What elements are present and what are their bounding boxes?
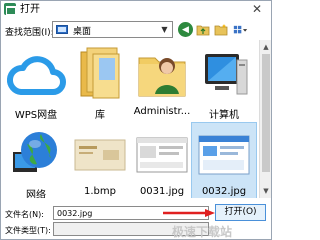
open-button[interactable]: 打开(O) [215,204,266,221]
file-item-selected[interactable]: 0032.jpg [191,122,257,198]
filename-label: 文件名(N): [5,210,44,219]
view-menu-button[interactable] [233,22,248,37]
close-button[interactable]: ✕ [245,2,269,17]
scroll-thumb[interactable] [262,54,270,172]
file-name: 库 [95,110,105,121]
image-thumbnail [198,135,250,175]
back-button[interactable]: ◀ [178,22,193,37]
view-grid-icon [233,25,248,33]
arrow-right-icon [163,209,215,217]
vertical-scrollbar[interactable]: ▲ ▼ [259,40,271,198]
library-folder-icon [80,47,120,99]
window-title: 打开 [20,4,40,15]
file-list[interactable]: WPS网盘 库 Administr... 计算机 网络 1.bmp 0031.j… [3,40,259,198]
file-item[interactable]: 库 [69,44,131,124]
new-folder-button[interactable] [213,22,228,37]
folder-up-icon [196,25,209,36]
file-item[interactable]: 1.bmp [69,124,131,198]
cloud-icon [7,56,66,95]
lookin-value: 桌面 [73,27,92,37]
computer-icon [205,54,248,95]
filetype-label: 文件类型(T): [5,226,51,235]
file-name: WPS网盘 [14,110,58,121]
file-name: 1.bmp [84,186,116,197]
file-item[interactable]: 网络 [5,124,67,198]
chevron-down-icon[interactable]: ▼ [158,23,171,36]
watermark-text: 极速下载站 [172,225,233,239]
network-globe-icon [13,132,57,172]
file-item[interactable]: WPS网盘 [5,44,67,124]
file-item[interactable]: Administr... [131,44,193,124]
file-item[interactable]: 0031.jpg [131,124,193,198]
user-folder-icon [138,57,186,97]
image-thumbnail [136,137,188,173]
file-item[interactable]: 计算机 [193,44,255,124]
open-file-dialog: 打开 ✕ 查找范围(I): 桌面 ▼ ◀ WPS网盘 库 Administr..… [0,0,272,240]
title-bar: 打开 ✕ [1,1,271,18]
file-name: 0031.jpg [139,186,185,197]
lookin-dropdown[interactable]: 桌面 ▼ [52,21,173,38]
desktop-icon [56,25,68,34]
up-folder-button[interactable] [195,22,210,37]
file-name: 计算机 [209,110,239,121]
image-thumbnail [74,139,126,171]
app-icon [4,3,16,15]
scroll-down-icon[interactable]: ▼ [261,186,271,196]
file-name: Administr... [133,106,191,117]
file-name: 0032.jpg [201,186,247,197]
lookin-label: 查找范围(I): [5,28,54,38]
file-name: 网络 [26,190,46,198]
new-folder-icon [214,24,227,36]
scroll-up-icon[interactable]: ▲ [261,42,271,52]
